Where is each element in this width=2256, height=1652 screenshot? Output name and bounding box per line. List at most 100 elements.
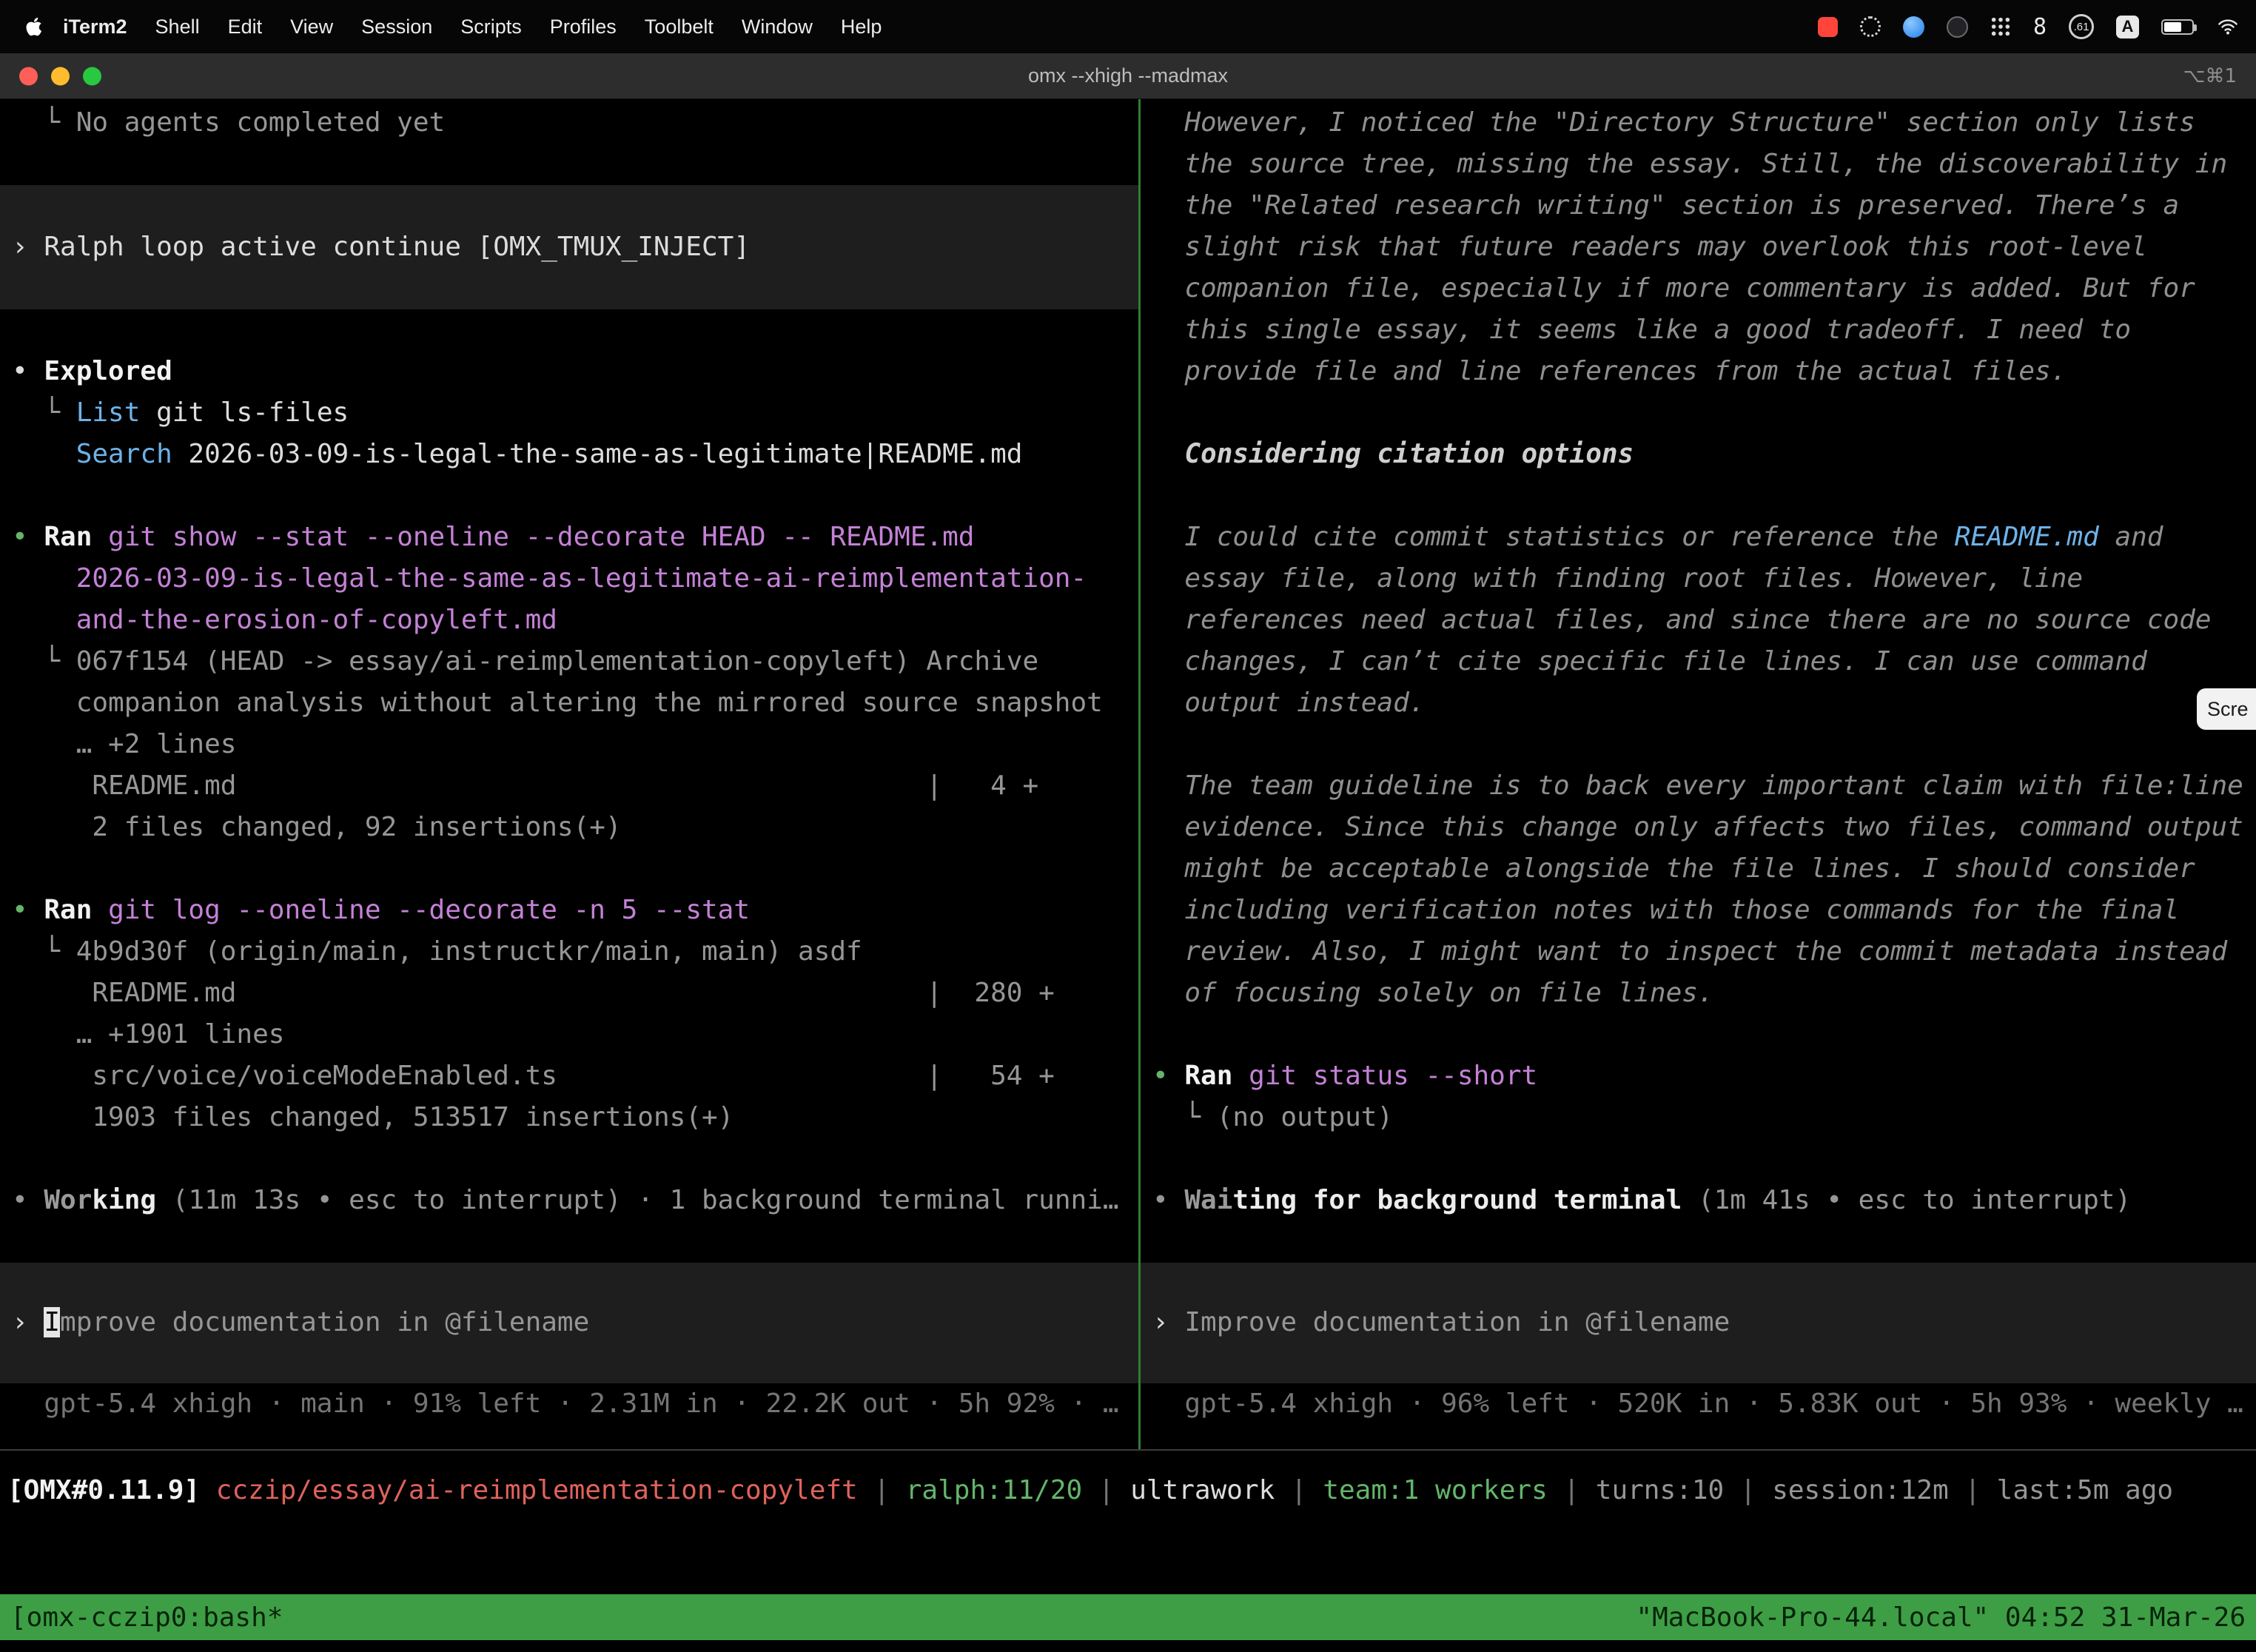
text-run: slight risk that future readers may over… [1152,232,2147,262]
text-run: review. Also, I might want to inspect th… [1152,936,2227,967]
terminal-line: and-the-erosion-of-copyleft.md [0,600,1138,641]
terminal-line: review. Also, I might want to inspect th… [1141,931,2256,973]
menu-item-view[interactable]: View [276,16,347,38]
text-run: › [1152,1307,1184,1337]
text-run: and-the-erosion-of-copyleft.md [12,605,557,635]
menu-item-scripts[interactable]: Scripts [446,16,536,38]
text-run: Wai [1184,1185,1232,1215]
menu-item-window[interactable]: Window [728,16,827,38]
text-run: | [858,1475,906,1505]
terminal-line: gpt-5.4 xhigh · main · 91% left · 2.31M … [0,1383,1138,1425]
apple-menu-icon[interactable] [25,16,43,37]
window-titlebar[interactable]: omx --xhigh --madmax ⌥⌘1 [0,53,2256,99]
text-run: 1903 files changed, 513517 insertions(+) [12,1102,733,1132]
minimize-button[interactable] [51,67,70,85]
text-run [12,439,76,469]
prompt-input[interactable]: › Improve documentation in @filename [0,1263,1138,1383]
menu-item-edit[interactable]: Edit [214,16,277,38]
screen-share-overlay-button[interactable]: Scre [2197,688,2256,730]
text-run: evidence. Since this change only affects… [1152,812,2243,842]
ralph-loop-banner: › Ralph loop active continue [OMX_TMUX_I… [0,185,1138,309]
text-run: last:5m ago [1997,1475,2173,1505]
text-run: ting for background terminal [1232,1185,1682,1215]
blank-line [1141,724,2256,765]
text-run: session:12m [1772,1475,1948,1505]
text-run: README.md | 4 + [12,770,1038,801]
blue-app-icon[interactable] [1903,16,1924,38]
text-run: • [12,895,44,925]
wifi-icon[interactable] [2216,16,2240,37]
blank-line [0,1138,1138,1180]
text-run: • [1152,1185,1184,1215]
terminal-line: › Improve documentation in @filename [1141,1302,2256,1343]
text-run: README.md [1955,522,2099,552]
prompt-input[interactable]: › Improve documentation in @filename [1141,1263,2256,1383]
menu-bar: iTerm2ShellEditViewSessionScriptsProfile… [0,0,2256,53]
apps-grid-icon[interactable] [1990,16,2011,37]
terminal-line: companion file, especially if more comme… [1141,268,2256,309]
text-run: › Ralph loop active continue [OMX_TMUX_I… [12,232,750,262]
window-shortcut-hint: ⌥⌘1 [2183,65,2237,87]
close-button[interactable] [19,67,38,85]
menu-item-iterm2[interactable]: iTerm2 [49,16,141,38]
blank-line [1141,392,2256,434]
terminal-line: the "Related research writing" section i… [1141,185,2256,226]
text-run: └ 4b9d30f (origin/main, instructkr/main,… [12,936,862,967]
text-run: 2026-03-09-is-legal-the-same-as-legitima… [172,439,1023,469]
screen: iTerm2ShellEditViewSessionScriptsProfile… [0,0,2256,1652]
text-run: • [12,1185,44,1215]
text-run: List [76,397,141,428]
zoom-button[interactable] [83,67,101,85]
screen-recording-stop-icon[interactable] [1818,17,1838,37]
tmux-pane-right[interactable]: However, I noticed the "Directory Struct… [1141,99,2256,1449]
terminal-line: changes, I can’t cite specific file line… [1141,641,2256,682]
text-run: mprove documentation in @filename [60,1307,589,1337]
terminal-line: └ No agents completed yet [0,102,1138,144]
terminal-line: Considering citation options [1141,434,2256,475]
text-run: … +2 lines [12,729,236,759]
menu-item-help[interactable]: Help [827,16,896,38]
text-run: … +1901 lines [12,1019,284,1050]
input-source-icon[interactable]: A [2116,16,2139,38]
dotted-circle-icon[interactable] [1860,16,1881,37]
text-run: this single essay, it seems like a good … [1152,315,2131,345]
text-run: • [1152,1061,1184,1091]
dark-app-icon[interactable] [1947,16,1968,38]
terminal-line: … +1901 lines [0,1014,1138,1055]
window-title: omx --xhigh --madmax [1028,64,1228,87]
text-run: | [1724,1475,1772,1505]
menu-item-profiles[interactable]: Profiles [536,16,631,38]
text-run: git status --short [1232,1061,1537,1091]
text-run: including verification notes with those … [1152,895,2179,925]
text-run: and [2099,522,2163,552]
terminal-line: • Waiting for background terminal (1m 41… [1141,1180,2256,1221]
text-run: src/voice/voiceModeEnabled.ts | 54 + [12,1061,1055,1091]
terminal-line: • Ran git log --oneline --decorate -n 5 … [0,890,1138,931]
menu-item-toolbelt[interactable]: Toolbelt [631,16,728,38]
tmux-pane-left[interactable]: └ No agents completed yet › Ralph loop ac… [0,99,1138,1449]
terminal-line: 1903 files changed, 513517 insertions(+) [0,1097,1138,1138]
text-run: gpt-5.4 xhigh · 96% left · 520K in · 5.8… [1152,1389,2243,1419]
menu-item-shell[interactable]: Shell [141,16,214,38]
blank-line [1141,1138,2256,1180]
omx-status-line: [OMX#0.11.9] cczip/essay/ai-reimplementa… [0,1470,2256,1511]
number-8-status-icon[interactable]: 8 [2033,14,2047,40]
battery-percent-circle-icon[interactable]: .61 [2069,14,2094,39]
menu-bar-status-area: 8 .61 A [1818,14,2256,40]
horizontal-separator [0,1449,2256,1451]
text-run: the "Related research writing" section i… [1152,190,2179,221]
text-run: ultrawork [1130,1475,1275,1505]
terminal-line: • Ran git status --short [1141,1055,2256,1097]
terminal-line: of focusing solely on file lines. [1141,973,2256,1014]
terminal-line: 2 files changed, 92 insertions(+) [0,807,1138,848]
battery-icon[interactable] [2161,19,2194,35]
text-run: team:1 workers [1323,1475,1547,1505]
blank-line [0,309,1138,351]
battery-tip [2194,24,2197,31]
text-run: └ (no output) [1152,1102,1393,1132]
terminal-line: └ List git ls-files [0,392,1138,434]
text-run: essay file, along with finding root file… [1152,563,2083,594]
terminal-line: slight risk that future readers may over… [1141,226,2256,268]
menu-item-session[interactable]: Session [347,16,446,38]
text-run: I could cite commit statistics or refere… [1152,522,1955,552]
